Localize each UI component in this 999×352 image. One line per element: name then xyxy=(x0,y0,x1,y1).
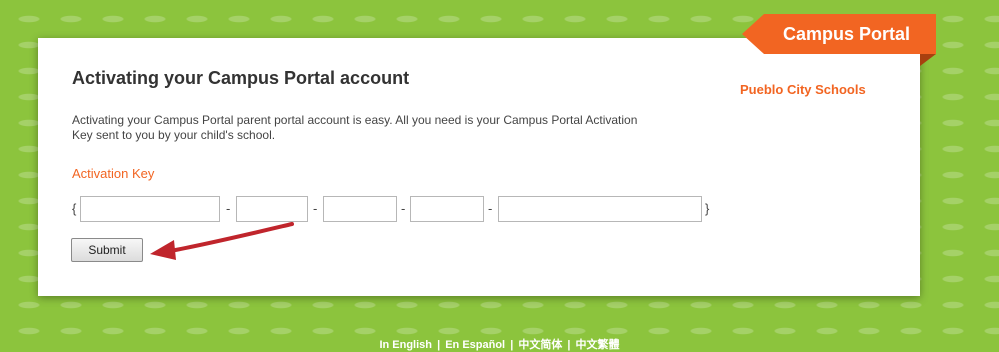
activation-key-field-3[interactable] xyxy=(323,196,397,222)
lang-simplified-chinese-link[interactable]: 中文简体 xyxy=(518,339,562,351)
lang-separator: | xyxy=(437,339,441,351)
dash-separator: - xyxy=(226,201,231,216)
lang-separator: | xyxy=(567,339,571,351)
lang-english-link[interactable]: In English xyxy=(379,339,432,351)
activation-key-label: Activation Key xyxy=(72,166,155,181)
dash-separator: - xyxy=(401,201,406,216)
brand-title: Campus Portal xyxy=(782,23,910,44)
page-title: Activating your Campus Portal account xyxy=(72,68,410,88)
dash-separator: - xyxy=(313,201,318,216)
lang-separator: | xyxy=(510,339,514,351)
submit-button[interactable]: Submit xyxy=(71,238,143,262)
activation-key-field-4[interactable] xyxy=(410,196,484,222)
dash-separator: - xyxy=(488,201,493,216)
close-brace: } xyxy=(705,201,710,216)
tab-fold xyxy=(920,54,936,66)
lang-spanish-link[interactable]: En Español xyxy=(445,339,505,351)
district-name: Pueblo City Schools xyxy=(740,82,866,97)
annotation-arrow-icon xyxy=(150,222,294,260)
campus-portal-tab: Campus Portal xyxy=(742,14,936,54)
language-links: In English | En Español | 中文简体 | 中文繁體 xyxy=(0,336,999,352)
activation-key-field-5[interactable] xyxy=(498,196,702,222)
lang-traditional-chinese-link[interactable]: 中文繁體 xyxy=(576,339,620,351)
open-brace: { xyxy=(72,201,77,216)
instructions-text: Activating your Campus Portal parent por… xyxy=(72,113,638,142)
